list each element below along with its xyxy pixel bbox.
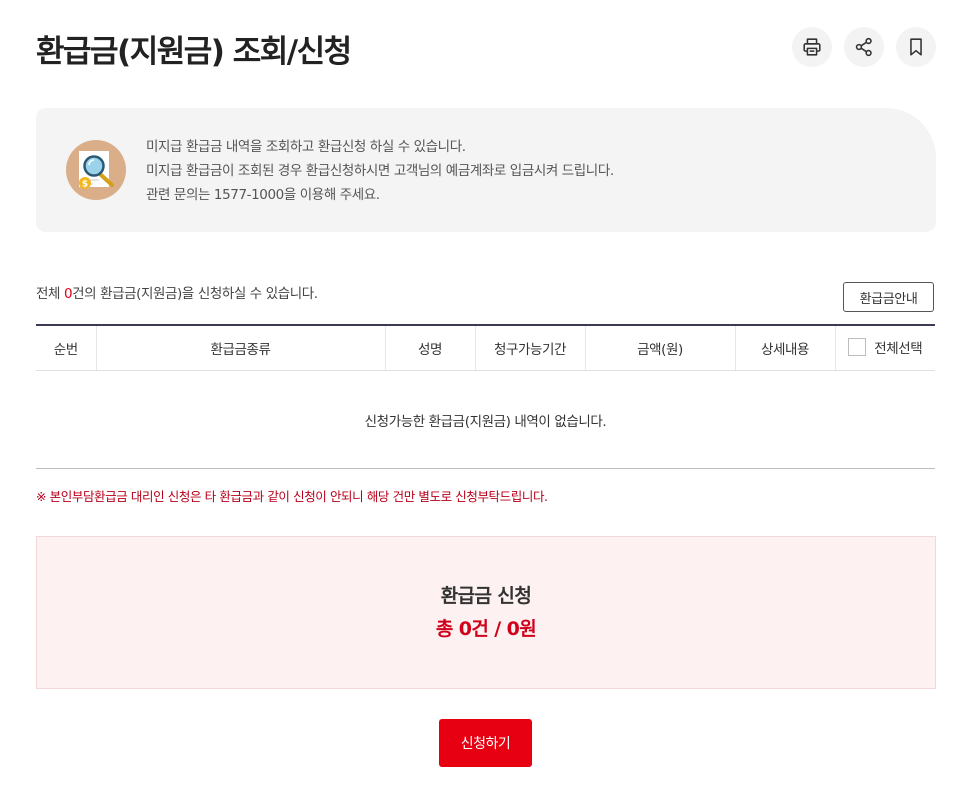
- info-line: 미지급 환급금이 조회된 경우 환급신청하시면 고객님의 예금계좌로 입금시켜 …: [146, 163, 614, 179]
- refund-table: 순번 환급금종류 성명 청구가능기간 금액(원) 상세내용 전체선택 신청가능한…: [36, 324, 935, 469]
- select-all-control[interactable]: 전체선택: [848, 337, 923, 357]
- refund-count-summary: 전체 0건의 환급금(지원금)을 신청하실 수 있습니다.: [36, 282, 318, 302]
- share-icon: [855, 37, 872, 57]
- empty-row: 신청가능한 환급금(지원금) 내역이 없습니다.: [36, 370, 935, 469]
- table-header-row: 순번 환급금종류 성명 청구가능기간 금액(원) 상세내용 전체선택: [36, 325, 935, 371]
- column-header-number: 순번: [36, 325, 96, 371]
- info-line: 관련 문의는 1577-1000을 이용해 주세요.: [146, 187, 380, 203]
- apply-summary-box: 환급금 신청 총 0건 / 0원: [36, 536, 936, 689]
- page-title: 환급금(지원금) 조회/신청: [36, 34, 352, 70]
- summary-prefix: 전체: [36, 286, 64, 302]
- proxy-application-notice: ※ 본인부담환급금 대리인 신청은 타 환급금과 같이 신청이 안되니 해당 건…: [36, 489, 548, 504]
- summary-suffix: 건의 환급금(지원금)을 신청하실 수 있습니다.: [72, 286, 318, 302]
- column-header-claim-period: 청구가능기간: [474, 325, 585, 371]
- refund-count: 0: [63, 286, 73, 302]
- svg-text:$: $: [82, 180, 88, 190]
- apply-button[interactable]: 신청하기: [439, 719, 532, 767]
- column-header-details: 상세내용: [734, 325, 835, 371]
- share-button[interactable]: [844, 27, 884, 67]
- bookmark-icon: [910, 38, 922, 56]
- column-header-select-all: 전체선택: [834, 325, 935, 371]
- refund-guide-button[interactable]: 환급금안내: [843, 282, 934, 312]
- apply-summary-total: 총 0건 / 0원: [435, 618, 537, 640]
- apply-summary-title: 환급금 신청: [440, 585, 532, 607]
- info-line: 미지급 환급금 내역을 조회하고 환급신청 하실 수 있습니다.: [146, 139, 466, 155]
- info-box: $ 미지급 환급금 내역을 조회하고 환급신청 하실 수 있습니다. 미지급 환…: [36, 108, 936, 232]
- printer-icon: [803, 38, 821, 56]
- select-all-checkbox[interactable]: [848, 337, 867, 356]
- print-button[interactable]: [792, 27, 832, 67]
- select-all-label: 전체선택: [874, 340, 923, 357]
- column-header-name: 성명: [384, 325, 475, 371]
- column-header-refund-type: 환급금종류: [95, 325, 385, 371]
- bookmark-button[interactable]: [896, 27, 936, 67]
- info-text: 미지급 환급금 내역을 조회하고 환급신청 하실 수 있습니다. 미지급 환급금…: [146, 135, 614, 207]
- column-header-amount: 금액(원): [584, 325, 735, 371]
- magnifier-document-icon: $: [66, 140, 126, 200]
- empty-message: 신청가능한 환급금(지원금) 내역이 없습니다.: [36, 370, 935, 469]
- header-actions: [792, 27, 936, 67]
